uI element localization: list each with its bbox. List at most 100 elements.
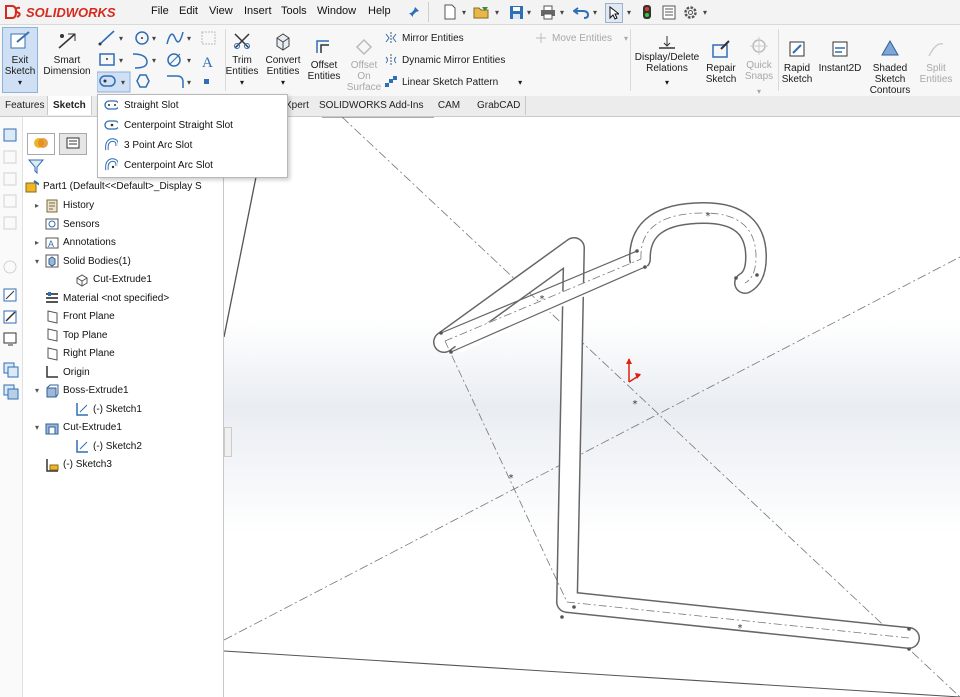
circle-icon[interactable]	[135, 31, 149, 45]
file-properties-icon[interactable]	[660, 3, 678, 21]
faded-tool-icon[interactable]	[3, 216, 17, 230]
tree-item[interactable]: (-) Sketch1	[63, 401, 142, 418]
tab-solidworks-addins[interactable]: SOLIDWORKS Add-Ins	[314, 96, 430, 115]
repair-sketch-button[interactable]: Repair Sketch	[702, 36, 740, 85]
circle-dropdown-icon[interactable]: ▾	[152, 34, 156, 43]
expand-arrow-down-icon[interactable]: ▾	[33, 386, 41, 395]
dynamic-mirror-button[interactable]: Dynamic Mirror Entities	[384, 50, 534, 70]
faded-tool-icon[interactable]	[3, 260, 17, 274]
feature-manager-tab[interactable]	[27, 133, 55, 155]
trim-entities-button[interactable]: Trim Entities ▾	[224, 28, 260, 88]
rapid-sketch-button[interactable]: Rapid Sketch	[780, 36, 814, 85]
menu-item-centerpoint-arc-slot[interactable]: Centerpoint Arc Slot	[98, 155, 287, 175]
tree-item[interactable]: Front Plane	[33, 308, 115, 325]
offset-entities-button[interactable]: Offset Entities	[305, 33, 343, 82]
view-orientation-icon[interactable]	[3, 128, 17, 142]
slot-dropdown-icon[interactable]: ▾	[121, 78, 125, 87]
menu-tools[interactable]: Tools	[281, 5, 307, 17]
tree-item[interactable]: Material <not specified>	[33, 290, 169, 307]
construction-line[interactable]	[224, 256, 960, 641]
tree-item[interactable]: Cut-Extrude1	[63, 271, 152, 288]
menu-edit[interactable]: Edit	[179, 5, 198, 17]
move-entities-button[interactable]: Move Entities ▾	[534, 28, 628, 48]
quick-snaps-button[interactable]: Quick Snaps ▾	[742, 33, 776, 97]
undo-dropdown-icon[interactable]: ▾	[593, 8, 597, 17]
faded-tool-icon[interactable]	[3, 150, 17, 164]
chamfer-icon[interactable]	[167, 75, 184, 88]
text-icon[interactable]: A	[202, 55, 213, 71]
save-icon[interactable]	[507, 3, 525, 21]
tab-grabcad[interactable]: GrabCAD	[472, 96, 527, 115]
fillet-dropdown-icon[interactable]: ▾	[187, 56, 191, 65]
arc-icon[interactable]	[132, 53, 148, 69]
property-manager-tab[interactable]	[59, 133, 87, 155]
spline-dropdown-icon[interactable]: ▾	[187, 34, 191, 43]
tree-item[interactable]: (-) Sketch3	[33, 456, 112, 473]
split-entities-button[interactable]: Split Entities	[916, 36, 956, 85]
tree-item[interactable]: ▾ Boss-Extrude1	[33, 382, 129, 399]
open-folder-icon[interactable]	[473, 3, 491, 21]
panel-collapse-handle[interactable]	[224, 427, 232, 457]
faded-tool-icon[interactable]	[3, 172, 17, 186]
rectangle-dropdown-icon[interactable]: ▾	[119, 56, 123, 65]
display-delete-relations-button[interactable]: Display/Delete Relations ▾	[634, 33, 700, 88]
convert-entities-button[interactable]: Convert Entities ▾	[262, 28, 304, 88]
fillet-icon[interactable]	[167, 53, 181, 67]
tree-root-part[interactable]: Part1 (Default<<Default>_Display S	[25, 178, 202, 195]
tree-item[interactable]: (-) Sketch2	[63, 438, 142, 455]
tree-item[interactable]: Top Plane	[33, 327, 107, 344]
convert-dropdown-icon[interactable]: ▾	[281, 77, 285, 88]
print-dropdown-icon[interactable]: ▾	[560, 8, 564, 17]
expand-arrow-right-icon[interactable]: ▸	[33, 238, 41, 247]
linear-sketch-pattern-button[interactable]: Linear Sketch Pattern ▾	[384, 72, 534, 92]
relations-dropdown-icon[interactable]: ▾	[665, 77, 669, 88]
polygon-icon[interactable]	[136, 74, 150, 88]
mirror-entities-button[interactable]: Mirror Entities	[384, 28, 534, 48]
offset-on-surface-button[interactable]: Offset On Surface	[345, 33, 383, 93]
open-dropdown-icon[interactable]: ▾	[495, 8, 499, 17]
menu-view[interactable]: View	[209, 5, 233, 17]
tree-item[interactable]: Right Plane	[33, 345, 115, 362]
pin-icon[interactable]	[405, 3, 423, 21]
tab-cam[interactable]: CAM	[426, 96, 473, 115]
options-gear-icon[interactable]	[681, 3, 699, 21]
edit-sketch-icon[interactable]	[3, 310, 17, 324]
exit-sketch-dropdown-icon[interactable]: ▾	[18, 77, 22, 88]
tree-item[interactable]: ▸ History	[33, 197, 94, 214]
menu-insert[interactable]: Insert	[244, 5, 272, 17]
move-entities-dropdown-icon[interactable]: ▾	[624, 34, 628, 43]
rectangle-icon[interactable]	[99, 53, 115, 66]
shaded-sketch-contours-button[interactable]: Shaded Sketch Contours	[866, 36, 914, 96]
tree-item[interactable]: ▸ A Annotations	[33, 234, 116, 251]
menu-window[interactable]: Window	[317, 5, 356, 17]
spline-icon[interactable]	[166, 31, 184, 45]
exit-sketch-button[interactable]: Exit Sketch ▾	[2, 27, 38, 93]
select-cursor-icon[interactable]	[605, 3, 623, 23]
trim-dropdown-icon[interactable]: ▾	[240, 77, 244, 88]
linear-pattern-dropdown-icon[interactable]: ▾	[518, 78, 522, 87]
tree-item[interactable]: Origin	[33, 364, 90, 381]
menu-file[interactable]: File	[151, 5, 169, 17]
instant2d-button[interactable]: Instant2D	[817, 36, 863, 74]
point-icon[interactable]	[204, 79, 209, 84]
save-dropdown-icon[interactable]: ▾	[527, 8, 531, 17]
menu-item-centerpoint-straight-slot[interactable]: Centerpoint Straight Slot	[98, 115, 287, 135]
new-document-icon[interactable]	[441, 3, 459, 21]
options-dropdown-icon[interactable]: ▾	[703, 8, 707, 17]
solidworks-logo[interactable]: SOLIDWORKS	[4, 2, 116, 22]
print-icon[interactable]	[539, 3, 557, 21]
tree-item[interactable]: ▾ Cut-Extrude1	[33, 419, 122, 436]
arc-dropdown-icon[interactable]: ▾	[152, 56, 156, 65]
select-dropdown-icon[interactable]: ▾	[627, 8, 631, 17]
expand-arrow-down-icon[interactable]: ▾	[33, 257, 41, 266]
graphics-viewport[interactable]: * * * * *	[224, 117, 960, 697]
new-dropdown-icon[interactable]: ▾	[462, 8, 466, 17]
rebuild-icon[interactable]	[638, 3, 656, 21]
chamfer-dropdown-icon[interactable]: ▾	[187, 78, 191, 87]
slot-button-highlight[interactable]	[96, 71, 131, 93]
tree-item[interactable]: ▾ Solid Bodies(1)	[33, 253, 131, 270]
tree-item[interactable]: Sensors	[33, 216, 100, 233]
display-tool-icon[interactable]	[3, 332, 17, 346]
layer-tool-icon[interactable]	[3, 362, 19, 378]
line-icon[interactable]	[98, 30, 115, 46]
